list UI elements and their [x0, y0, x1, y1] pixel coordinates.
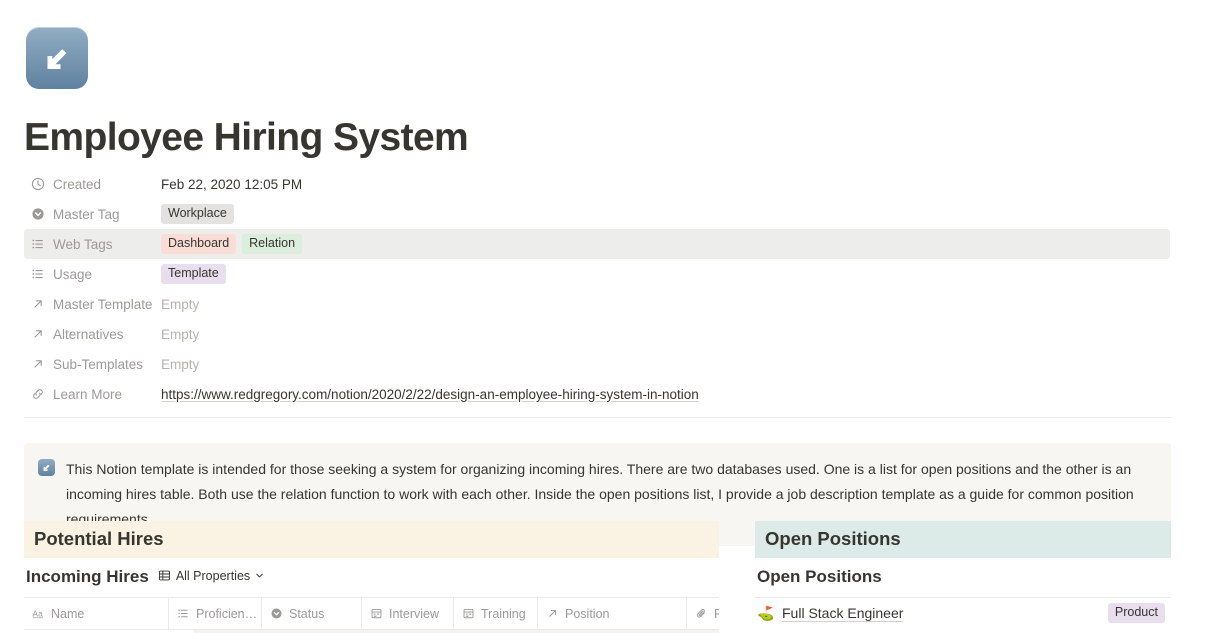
property-row-web-tags[interactable]: Web Tags Dashboard Relation: [24, 229, 1170, 259]
property-name: Learn More: [53, 387, 122, 402]
property-row-created[interactable]: Created Feb 22, 2020 12:05 PM: [24, 169, 1170, 199]
column-label: Name: [51, 607, 84, 621]
column-label: Position: [565, 607, 609, 621]
column-header-training[interactable]: Training: [454, 598, 538, 629]
page-title: Employee Hiring System: [24, 116, 468, 160]
arrow-lower-left-icon: [38, 459, 55, 476]
table-icon: [158, 569, 171, 582]
database-title[interactable]: Incoming Hires: [26, 566, 149, 588]
column-label: Proficien…: [196, 607, 257, 621]
column-header-proficiency[interactable]: Proficien…: [169, 598, 262, 629]
relation-icon: [546, 607, 559, 620]
property-row-usage[interactable]: Usage Template: [24, 259, 1170, 289]
property-name: Master Tag: [53, 207, 120, 222]
property-label: Web Tags: [24, 237, 161, 252]
property-name: Web Tags: [53, 237, 113, 252]
table-header-row: Aa Name Proficien… Stat: [24, 598, 719, 630]
property-label: Sub-Templates: [24, 357, 161, 372]
column-label: Training: [481, 607, 526, 621]
list-item[interactable]: ••• Social Media Manager Marketing: [755, 628, 1171, 633]
view-name: All Properties: [176, 569, 250, 583]
property-name: Alternatives: [53, 327, 124, 342]
date-icon: [462, 607, 475, 620]
relation-icon: [30, 357, 45, 372]
date-icon: [370, 607, 383, 620]
title-icon: Aa: [32, 607, 45, 620]
property-label: Master Tag: [24, 207, 161, 222]
potential-hires-heading: Potential Hires: [24, 521, 719, 558]
svg-text:Aa: Aa: [33, 609, 44, 619]
list-item-title[interactable]: Full Stack Engineer: [782, 605, 903, 621]
list-icon: [30, 267, 45, 282]
view-selector[interactable]: All Properties: [158, 569, 264, 583]
property-label: Created: [24, 177, 161, 192]
list-icon: [177, 607, 190, 620]
relation-icon: [30, 327, 45, 342]
chevron-down-icon: [255, 571, 264, 580]
golf-flag-icon: ⛳: [757, 604, 775, 622]
column-left: Potential Hires Incoming Hires All Prope…: [24, 521, 719, 633]
property-row-master-tag[interactable]: Master Tag Workplace: [24, 199, 1170, 229]
property-label: Master Template: [24, 297, 161, 312]
column-right: Open Positions Open Positions ⛳ Full Sta…: [755, 521, 1171, 633]
property-name: Usage: [53, 267, 92, 282]
property-value-created[interactable]: Feb 22, 2020 12:05 PM: [161, 177, 302, 192]
link-icon: [30, 387, 45, 402]
column-header-resume[interactable]: Re: [687, 598, 719, 629]
page-icon[interactable]: [26, 27, 88, 89]
column-header-name[interactable]: Aa Name: [24, 598, 169, 629]
tag-template: Template: [161, 264, 226, 284]
property-name: Sub-Templates: [53, 357, 143, 372]
learn-more-link[interactable]: https://www.redgregory.com/notion/2020/2…: [161, 387, 699, 402]
select-icon: [30, 207, 45, 222]
tag-dashboard: Dashboard: [161, 234, 236, 254]
list-item[interactable]: ⛳ Full Stack Engineer Product: [755, 598, 1171, 628]
column-header-interview[interactable]: Interview: [362, 598, 454, 629]
callout-icon: [38, 459, 55, 476]
column-label: Status: [289, 607, 324, 621]
property-label: Alternatives: [24, 327, 161, 342]
relation-icon: [30, 297, 45, 312]
property-value-master-tag[interactable]: Workplace: [161, 204, 234, 224]
incoming-hires-table: Aa Name Proficien… Stat: [24, 597, 719, 633]
property-value-web-tags[interactable]: Dashboard Relation: [161, 234, 302, 254]
two-column-layout: Potential Hires Incoming Hires All Prope…: [24, 521, 1171, 633]
property-label: Usage: [24, 267, 161, 282]
tag-workplace: Workplace: [161, 204, 234, 224]
column-header-status[interactable]: Status: [262, 598, 362, 629]
open-positions-list-title[interactable]: Open Positions: [755, 566, 1171, 588]
tag-relation: Relation: [242, 234, 302, 254]
column-label: Re: [714, 607, 719, 621]
status-badge: Product: [1108, 603, 1165, 623]
property-row-alternatives[interactable]: Alternatives Empty: [24, 319, 1170, 349]
arrow-lower-left-icon: [26, 27, 88, 89]
property-label: Learn More: [24, 387, 161, 402]
property-value-usage[interactable]: Template: [161, 264, 226, 284]
property-value-sub-templates[interactable]: Empty: [161, 357, 199, 372]
list-icon: [30, 237, 45, 252]
clock-icon: [30, 177, 45, 192]
property-row-master-template[interactable]: Master Template Empty: [24, 289, 1170, 319]
property-value-alternatives[interactable]: Empty: [161, 327, 199, 342]
property-value-master-template[interactable]: Empty: [161, 297, 199, 312]
column-label: Interview: [389, 607, 439, 621]
column-header-position[interactable]: Position: [538, 598, 687, 629]
notion-page: Employee Hiring System Created Feb 22, 2…: [0, 0, 1206, 633]
open-positions-list: ⛳ Full Stack Engineer Product ••• Social…: [755, 597, 1171, 633]
property-name: Created: [53, 177, 101, 192]
page-properties: Created Feb 22, 2020 12:05 PM Master Tag…: [24, 169, 1170, 409]
incoming-hires-db-header: Incoming Hires All Properties: [24, 566, 719, 588]
paperclip-icon: [695, 607, 708, 620]
select-icon: [270, 607, 283, 620]
properties-divider: [24, 417, 1171, 418]
open-positions-heading: Open Positions: [755, 521, 1171, 558]
property-row-sub-templates[interactable]: Sub-Templates Empty: [24, 349, 1170, 379]
property-row-learn-more[interactable]: Learn More https://www.redgregory.com/no…: [24, 379, 1170, 409]
property-name: Master Template: [53, 297, 153, 312]
